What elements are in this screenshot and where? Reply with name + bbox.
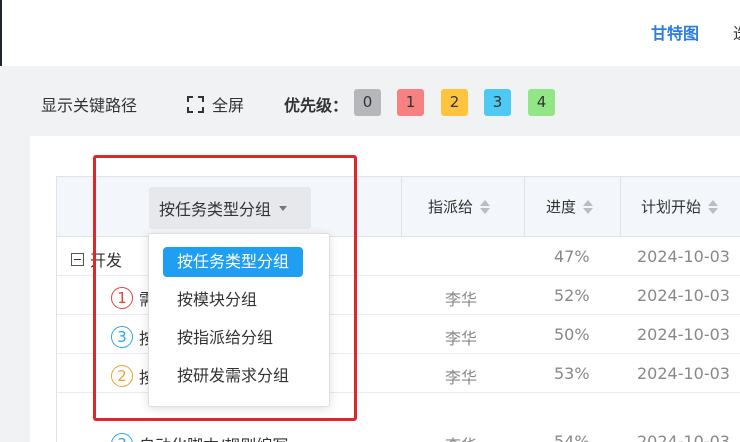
- task-name-label[interactable]: 自动化脚本/规则编写: [139, 432, 288, 442]
- task-plan-start: 2024-10-03: [637, 432, 730, 442]
- fullscreen-button[interactable]: 全屏: [187, 92, 244, 116]
- fullscreen-label: 全屏: [212, 96, 245, 115]
- priority-badge: 3: [111, 433, 133, 442]
- show-critical-path-toggle[interactable]: 显示关键路径: [41, 92, 137, 116]
- task-progress: 53%: [554, 364, 590, 383]
- top-bar: 甘特图 迭: [0, 0, 740, 66]
- collapse-icon[interactable]: [71, 252, 84, 266]
- column-progress-label: 进度: [546, 198, 577, 216]
- priority-filter-1[interactable]: 1: [397, 89, 424, 116]
- priority-filter-4[interactable]: 4: [528, 89, 555, 116]
- task-assignee: 李华: [445, 329, 478, 348]
- task-assignee: 李华: [445, 432, 477, 442]
- table-row[interactable]: 3 自动化脚本/规则编写 李华 54% 2024-10-03: [57, 423, 740, 442]
- task-plan-start: 2024-10-03: [637, 325, 730, 344]
- task-progress: 54%: [554, 432, 590, 442]
- group-progress: 47%: [554, 247, 590, 266]
- column-plan-start-label: 计划开始: [641, 198, 702, 216]
- column-divider: [620, 177, 621, 237]
- column-divider: [401, 177, 402, 237]
- task-plan-start: 2024-10-03: [637, 364, 730, 383]
- sort-icon[interactable]: [583, 199, 594, 215]
- task-progress: 50%: [554, 325, 590, 344]
- gantt-toolbar: 显示关键路径 全屏 优先级： 0 1 2 3 4: [0, 86, 740, 120]
- fullscreen-icon: [187, 95, 204, 113]
- task-progress: 52%: [554, 286, 590, 305]
- column-header-progress[interactable]: 进度: [546, 196, 594, 217]
- column-header-assignee[interactable]: 指派给: [428, 196, 491, 217]
- column-assignee-label: 指派给: [428, 198, 474, 216]
- priority-label: 优先级：: [284, 96, 349, 115]
- column-divider: [524, 177, 525, 237]
- priority-filter-3[interactable]: 3: [484, 89, 511, 116]
- task-name: 3 自动化脚本/规则编写: [111, 432, 288, 442]
- left-edge-divider: [0, 0, 2, 66]
- tab-next[interactable]: 迭: [733, 20, 740, 44]
- highlight-box: [93, 155, 357, 421]
- task-assignee: 李华: [445, 290, 478, 309]
- sort-icon[interactable]: [480, 199, 491, 215]
- column-header-plan-start[interactable]: 计划开始: [641, 196, 719, 217]
- sort-icon[interactable]: [708, 199, 719, 215]
- task-assignee: 李华: [445, 368, 478, 387]
- tab-gantt[interactable]: 甘特图: [651, 20, 699, 44]
- priority-filter-2[interactable]: 2: [441, 89, 468, 116]
- priority-filter-0[interactable]: 0: [354, 89, 381, 116]
- group-plan-start: 2024-10-03: [637, 247, 730, 266]
- task-plan-start: 2024-10-03: [637, 286, 730, 305]
